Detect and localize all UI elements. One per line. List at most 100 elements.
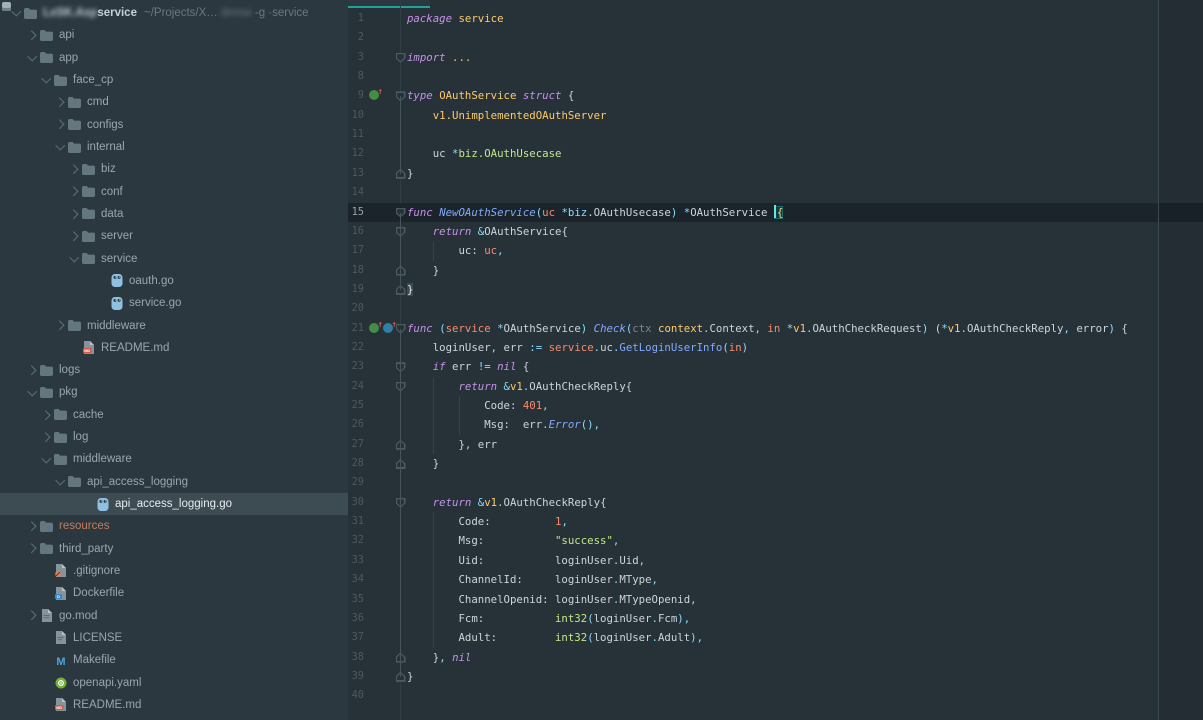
tree-item-project-root[interactable]: LxSK.Axpservice~/Projects/X… dmnw -g ·se… [0,2,348,24]
code-line-31[interactable]: 31 Code: 1, [348,512,1203,531]
chevron-right-icon[interactable] [53,319,67,333]
code-line-17[interactable]: 17 uc: uc, [348,241,1203,260]
chevron-right-icon[interactable] [25,609,39,623]
code-line-2[interactable]: 2 [348,28,1203,47]
line-number[interactable]: 17 [348,241,364,260]
line-number[interactable]: 36 [348,609,364,628]
code-line-15[interactable]: 15 func NewOAuthService(uc *biz.OAuthUse… [348,203,1203,222]
tree-item-.gitignore[interactable]: .gitignore [0,560,348,582]
code-line-21[interactable]: 21↑↑ func (service *OAuthService) Check(… [348,319,1203,338]
line-number[interactable]: 14 [348,183,364,202]
tree-item-conf[interactable]: conf [0,181,348,203]
line-number[interactable]: 40 [348,686,364,705]
code-line-26[interactable]: 26 Msg: err.Error(), [348,415,1203,434]
code-line-25[interactable]: 25 Code: 401, [348,396,1203,415]
line-number[interactable]: 34 [348,570,364,589]
chevron-down-icon[interactable] [39,73,53,87]
line-number[interactable]: 19 [348,280,364,299]
line-number[interactable]: 31 [348,512,364,531]
tree-item-service.go[interactable]: service.go [0,292,348,314]
code-line-13[interactable]: 13 } [348,164,1203,183]
line-number[interactable]: 30 [348,493,364,512]
line-number[interactable]: 33 [348,551,364,570]
line-number[interactable]: 37 [348,628,364,647]
line-number[interactable]: 28 [348,454,364,473]
tree-item-api_access_logging.go[interactable]: api_access_logging.go [0,493,348,515]
tree-item-cmd[interactable]: cmd [0,91,348,113]
code-line-11[interactable]: 11 [348,125,1203,144]
chevron-right-icon[interactable] [25,28,39,42]
code-line-37[interactable]: 37 Adult: int32(loginUser.Adult), [348,628,1203,647]
chevron-down-icon[interactable] [25,51,39,65]
chevron-down-icon[interactable] [39,452,53,466]
tree-item-resources[interactable]: resources [0,515,348,537]
line-number[interactable]: 16 [348,222,364,241]
code-line-20[interactable]: 20 [348,299,1203,318]
code-line-30[interactable]: 30 return &v1.OAuthCheckReply{ [348,493,1203,512]
tree-item-Makefile[interactable]: M Makefile [0,649,348,671]
tree-item-pkg[interactable]: pkg [0,381,348,403]
line-number[interactable]: 39 [348,667,364,686]
tree-item-logs[interactable]: logs [0,359,348,381]
code-line-19[interactable]: 19 } [348,280,1203,299]
code-line-33[interactable]: 33 Uid: loginUser.Uid, [348,551,1203,570]
code-line-9[interactable]: 9↑ type OAuthService struct { [348,86,1203,105]
implemented-marker-icon[interactable]: ↑ [369,323,379,333]
code-line-18[interactable]: 18 } [348,261,1203,280]
code-line-29[interactable]: 29 [348,473,1203,492]
code-line-40[interactable]: 40 [348,686,1203,705]
tree-item-README.md[interactable]: MD README.md [0,694,348,716]
chevron-right-icon[interactable] [67,229,81,243]
code-line-34[interactable]: 34 ChannelId: loginUser.MType, [348,570,1203,589]
line-number[interactable]: 35 [348,590,364,609]
tree-item-internal[interactable]: internal [0,136,348,158]
chevron-down-icon[interactable] [9,6,23,20]
chevron-right-icon[interactable] [53,118,67,132]
line-number[interactable]: 12 [348,144,364,163]
tree-item-oauth.go[interactable]: oauth.go [0,270,348,292]
code-line-1[interactable]: 1 package service [348,9,1203,28]
code-line-3[interactable]: 3 import ... [348,48,1203,67]
code-line-22[interactable]: 22 loginUser, err := service.uc.GetLogin… [348,338,1203,357]
line-number[interactable]: 2 [348,28,364,47]
tree-item-Dockerfile[interactable]: D Dockerfile [0,582,348,604]
code-line-28[interactable]: 28 } [348,454,1203,473]
line-number[interactable]: 26 [348,415,364,434]
code-line-23[interactable]: 23 if err != nil { [348,357,1203,376]
line-number[interactable]: 23 [348,357,364,376]
tree-item-api_access_logging[interactable]: api_access_logging [0,471,348,493]
code-line-8[interactable]: 8 [348,67,1203,86]
line-number[interactable]: 27 [348,435,364,454]
code-line-24[interactable]: 24 return &v1.OAuthCheckReply{ [348,377,1203,396]
line-number[interactable]: 24 [348,377,364,396]
line-number[interactable]: 22 [348,338,364,357]
chevron-right-icon[interactable] [67,207,81,221]
line-number[interactable]: 20 [348,299,364,318]
line-number[interactable]: 32 [348,531,364,550]
chevron-right-icon[interactable] [67,162,81,176]
tree-item-LICENSE[interactable]: LICENSE [0,627,348,649]
tree-item-openapi.yaml[interactable]: openapi.yaml [0,671,348,693]
tree-item-biz[interactable]: biz [0,158,348,180]
chevron-right-icon[interactable] [67,185,81,199]
line-number[interactable]: 21 [348,319,364,338]
code-line-14[interactable]: 14 [348,183,1203,202]
tree-item-third_party[interactable]: third_party [0,538,348,560]
code-line-35[interactable]: 35 ChannelOpenid: loginUser.MTypeOpenid, [348,590,1203,609]
chevron-right-icon[interactable] [25,542,39,556]
code-line-38[interactable]: 38 }, nil [348,648,1203,667]
tree-item-middleware[interactable]: middleware [0,314,348,336]
line-number[interactable]: 13 [348,164,364,183]
tree-item-face_cp[interactable]: face_cp [0,69,348,91]
chevron-down-icon[interactable] [67,252,81,266]
line-number[interactable]: 11 [348,125,364,144]
tree-item-log[interactable]: log [0,426,348,448]
chevron-down-icon[interactable] [25,385,39,399]
tree-item-app[interactable]: app [0,47,348,69]
line-number[interactable]: 10 [348,106,364,125]
tree-item-go.mod[interactable]: go.mod [0,604,348,626]
chevron-right-icon[interactable] [25,363,39,377]
code-line-36[interactable]: 36 Fcm: int32(loginUser.Fcm), [348,609,1203,628]
line-number[interactable]: 9 [348,86,364,105]
code-line-32[interactable]: 32 Msg: "success", [348,531,1203,550]
